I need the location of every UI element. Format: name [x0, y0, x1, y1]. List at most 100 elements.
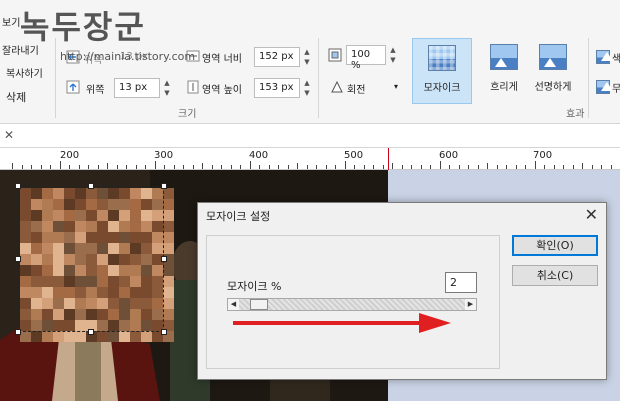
zoom-icon — [328, 48, 342, 62]
ruler-tick — [496, 165, 498, 169]
ruler-tick — [88, 165, 89, 169]
ruler-tick — [525, 165, 526, 169]
y-position-input[interactable]: 13 px — [114, 78, 160, 98]
selection-box[interactable] — [15, 183, 167, 335]
resize-handle[interactable] — [161, 256, 167, 262]
ruler-label-300: 300 — [154, 150, 174, 161]
mosaic-pixel — [64, 331, 75, 342]
mosaic-pixel — [53, 331, 64, 342]
separator — [588, 38, 589, 118]
ruler-tick — [430, 165, 431, 169]
y-position-spinner[interactable]: ▲ ▼ — [162, 78, 172, 98]
ruler-tick — [601, 165, 602, 169]
ruler-position-marker — [388, 148, 389, 170]
ruler-label-500: 500 — [344, 150, 364, 161]
size-group-label: 크기 — [178, 109, 197, 120]
height-spinner[interactable]: ▲ ▼ — [302, 78, 312, 98]
ruler-tick — [116, 165, 118, 169]
rotate-dropdown-icon[interactable]: ▾ — [394, 82, 398, 91]
horizontal-ruler: 200 300 400 500 600 700 — [0, 148, 620, 170]
ruler-label-200: 200 — [60, 150, 80, 161]
y-position-label: 위쪽 — [86, 85, 105, 96]
ruler-tick — [506, 165, 507, 169]
height-icon — [187, 80, 199, 94]
ruler-tick — [164, 165, 165, 169]
ruler-tick — [335, 165, 336, 169]
ruler-tick — [135, 165, 137, 169]
mosaic-percent-label: 모자이크 % — [227, 280, 282, 293]
ruler-tick — [325, 165, 327, 169]
close-icon[interactable]: ✕ — [585, 205, 598, 224]
zoom-input[interactable]: 100 % — [346, 45, 386, 71]
dialog-settings-panel: 모자이크 % 2 ◀ ▶ — [206, 235, 500, 369]
resize-handle[interactable] — [161, 329, 167, 335]
ruler-tick — [591, 165, 593, 169]
width-spinner[interactable]: ▲ ▼ — [302, 47, 312, 67]
close-tab-icon[interactable]: ✕ — [4, 128, 14, 142]
delete-item[interactable]: 삭제 — [6, 89, 26, 105]
ruler-tick — [230, 165, 232, 169]
ruler-tick — [420, 165, 422, 169]
copy-item[interactable]: 복사하기 — [6, 65, 43, 80]
mosaic-pixel — [108, 331, 119, 342]
mosaic-percent-slider[interactable]: ◀ ▶ — [227, 298, 477, 311]
mosaic-pixel — [130, 331, 141, 342]
ruler-tick — [154, 161, 156, 169]
width-label: 영역 너비 — [202, 54, 242, 65]
ruler-tick — [202, 163, 203, 169]
zoom-spinner[interactable]: ▲ ▼ — [388, 45, 398, 65]
mosaic-pixel — [42, 331, 53, 342]
blur-icon — [490, 44, 518, 70]
ruler-tick — [192, 165, 194, 169]
mosaic-pixel — [75, 331, 86, 342]
ruler-tick — [477, 165, 479, 169]
watermark-logo: 녹두장군 — [20, 8, 146, 46]
color-icon — [596, 50, 613, 64]
slider-thumb[interactable] — [249, 299, 268, 310]
ruler-tick — [211, 165, 213, 169]
resize-handle[interactable] — [15, 329, 21, 335]
ok-button[interactable]: 확인(O) — [512, 235, 598, 256]
document-tab-strip: ✕ — [0, 124, 620, 148]
resize-handle[interactable] — [88, 329, 94, 335]
ruler-tick — [572, 165, 574, 169]
mosaic-pixel — [163, 287, 174, 298]
cancel-button[interactable]: 취소(C) — [512, 265, 598, 286]
ruler-tick — [392, 163, 393, 169]
view-item[interactable]: 보기 — [2, 14, 20, 29]
ruler-tick — [287, 165, 289, 169]
ruler-tick — [249, 161, 251, 169]
ruler-tick — [240, 165, 241, 169]
watermark-url: http://mainia.tistory.com — [60, 50, 196, 63]
ruler-tick — [221, 165, 222, 169]
resize-handle[interactable] — [88, 183, 94, 189]
ruler-tick — [97, 165, 99, 169]
sharpen-button[interactable]: 선명하게 — [522, 38, 584, 104]
height-input[interactable]: 153 px — [254, 78, 300, 98]
ruler-tick — [297, 163, 298, 169]
effects-group-label: 효과 — [566, 109, 585, 120]
slider-left-arrow-icon[interactable]: ◀ — [228, 299, 239, 310]
ruler-label-400: 400 — [249, 150, 269, 161]
ruler-tick — [439, 161, 441, 169]
resize-handle[interactable] — [161, 183, 167, 189]
rotate-button[interactable]: 회전 — [347, 81, 365, 96]
resize-handle[interactable] — [15, 256, 21, 262]
mosaic-pixel — [119, 331, 130, 342]
ruler-tick — [183, 165, 184, 169]
slider-right-arrow-icon[interactable]: ▶ — [465, 299, 476, 310]
extra-effect-icon — [596, 80, 613, 94]
extra-effect-button[interactable]: 무 — [612, 80, 620, 95]
color-button[interactable]: 색 — [612, 50, 620, 65]
sharpen-icon — [539, 44, 567, 70]
ruler-tick — [145, 165, 146, 169]
width-input[interactable]: 152 px — [254, 47, 300, 67]
mosaic-pixel — [163, 199, 174, 210]
ruler-tick — [50, 165, 51, 169]
mosaic-button[interactable]: 모자이크 — [412, 38, 472, 104]
ruler-tick — [553, 165, 555, 169]
mosaic-pixel — [163, 232, 174, 243]
ruler-tick — [363, 165, 365, 169]
mosaic-percent-input[interactable]: 2 — [445, 272, 477, 293]
resize-handle[interactable] — [15, 183, 21, 189]
